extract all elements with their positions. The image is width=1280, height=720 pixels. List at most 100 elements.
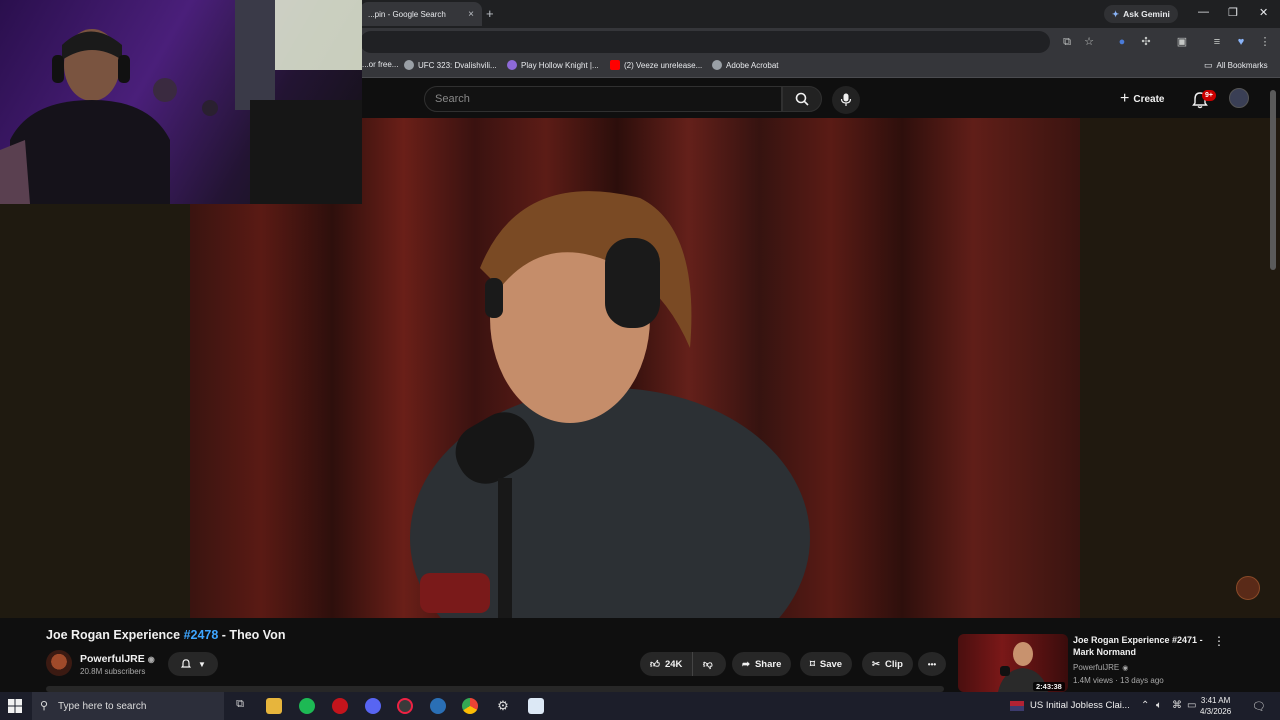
address-bar[interactable] xyxy=(360,31,1050,53)
clock-time: 3:41 AM xyxy=(1200,696,1231,705)
app-icon[interactable] xyxy=(332,698,348,714)
windows-taskbar: ⚲ Type here to search ⧉ ⚙ US Initial Job… xyxy=(0,692,1280,720)
thumbs-down-icon: 👎︎ xyxy=(703,659,713,670)
windows-start-icon[interactable] xyxy=(8,699,22,713)
settings-gear-icon[interactable]: ⚙ xyxy=(495,698,511,714)
extensions-puzzle-icon[interactable]: ✣ xyxy=(1139,35,1153,49)
profile-icon[interactable]: ♥ xyxy=(1234,35,1248,49)
recommendation-channel[interactable]: PowerfulJRE ◉ xyxy=(1073,663,1128,672)
clock-date: 4/3/2026 xyxy=(1200,707,1232,716)
webcam-overlay xyxy=(0,0,362,204)
volume-icon[interactable]: 🔈︎ xyxy=(1156,700,1162,711)
new-tab-button[interactable]: + xyxy=(486,6,494,21)
share-button[interactable]: ➦ Share xyxy=(732,652,792,676)
recommendation-meta: 1.4M views · 13 days ago xyxy=(1073,676,1164,685)
chrome-menu-icon[interactable]: ⋮ xyxy=(1258,35,1272,49)
bookmark-item[interactable]: Adobe Acrobat xyxy=(712,60,778,70)
file-explorer-icon[interactable] xyxy=(266,698,282,714)
recommendation-title[interactable]: Joe Rogan Experience #2471 - Mark Norman… xyxy=(1073,634,1203,658)
all-bookmarks-label: All Bookmarks xyxy=(1216,61,1268,70)
bookmark-item[interactable]: (2) Veeze unrelease... xyxy=(610,60,702,70)
page-scrollbar[interactable] xyxy=(1270,90,1276,270)
recommendation-menu-icon[interactable]: ⋮ xyxy=(1213,634,1225,648)
ask-gemini-button[interactable]: ✦ Ask Gemini xyxy=(1104,5,1178,23)
bookmark-label: Adobe Acrobat xyxy=(726,60,779,70)
bookmark-label: ...or free... xyxy=(362,60,399,69)
chrome-icon[interactable] xyxy=(462,698,478,714)
globe-icon xyxy=(404,60,414,70)
save-button[interactable]: ⌑ Save xyxy=(800,652,853,676)
search-button[interactable] xyxy=(782,86,822,112)
restore-window-button[interactable]: ❐ xyxy=(1228,6,1238,19)
channel-avatar[interactable] xyxy=(46,650,72,676)
thumbs-up-icon: 👍︎ xyxy=(650,659,660,670)
show-hidden-icons-icon[interactable]: ⌃ xyxy=(1141,700,1149,711)
ccleaner-icon[interactable] xyxy=(430,698,446,714)
network-icon[interactable]: ⌘ xyxy=(1172,700,1182,711)
search-icon: ⚲ xyxy=(40,700,49,712)
bookmark-star-icon[interactable]: ☆ xyxy=(1082,35,1096,49)
discord-icon[interactable] xyxy=(365,698,381,714)
bookmark-item[interactable]: Play Hollow Knight |... xyxy=(507,60,599,70)
share-label: Share xyxy=(754,658,782,670)
create-button[interactable]: + Create xyxy=(1120,89,1164,109)
create-label: Create xyxy=(1133,93,1165,105)
bookmark-label: (2) Veeze unrelease... xyxy=(624,60,703,70)
news-widget[interactable]: US Initial Jobless Clai... xyxy=(1010,700,1130,711)
minimize-window-button[interactable]: — xyxy=(1198,6,1209,18)
bookmark-item[interactable]: ...or free... xyxy=(362,60,398,69)
extension-icon[interactable]: ● xyxy=(1115,35,1129,49)
scissors-icon: ✂ xyxy=(872,658,880,670)
video-title: Joe Rogan Experience #2478 - Theo Von xyxy=(46,628,285,642)
account-avatar[interactable] xyxy=(1229,88,1249,108)
browser-tab-active[interactable]: ...pin - Google Search × xyxy=(360,2,482,26)
notification-center-icon[interactable]: 🗨︎ xyxy=(1252,700,1266,713)
search-icon xyxy=(795,92,809,106)
notification-count-badge: 9+ xyxy=(1202,90,1216,101)
system-clock[interactable]: 3:41 AM 4/3/2026 xyxy=(1200,695,1231,717)
clip-label: Clip xyxy=(884,658,903,670)
obs-icon[interactable] xyxy=(397,698,413,714)
channel-name[interactable]: PowerfulJRE ◉ xyxy=(80,653,155,665)
display-icon[interactable]: ▭ xyxy=(1187,700,1196,711)
tab-title: ...pin - Google Search xyxy=(368,9,446,19)
verified-check-icon: ◉ xyxy=(1122,664,1129,672)
like-count: 24K xyxy=(664,658,683,670)
video-title-prefix: Joe Rogan Experience xyxy=(46,628,184,642)
reading-list-icon[interactable]: ≡ xyxy=(1210,35,1224,49)
gemini-icon: ✦ xyxy=(1112,8,1120,19)
clip-button[interactable]: ✂ Clip xyxy=(862,652,913,676)
side-panel-icon[interactable]: ▣ xyxy=(1175,35,1189,49)
video-title-suffix: - Theo Von xyxy=(218,628,286,642)
close-window-button[interactable]: ✕ xyxy=(1259,6,1268,19)
install-app-icon[interactable]: ⧉ xyxy=(1060,35,1074,49)
bookmark-label: Play Hollow Knight |... xyxy=(521,60,599,70)
spotify-icon[interactable] xyxy=(299,698,315,714)
dislike-button[interactable]: 👎︎ xyxy=(692,652,726,676)
task-view-icon[interactable]: ⧉ xyxy=(232,698,248,714)
like-button[interactable]: 👍︎ 24K xyxy=(640,652,692,676)
channel-watermark-icon[interactable] xyxy=(1236,576,1260,600)
all-bookmarks-button[interactable]: ▭ All Bookmarks xyxy=(1204,60,1268,71)
globe-icon xyxy=(712,60,722,70)
channel-name-label: PowerfulJRE xyxy=(80,653,145,665)
microphone-icon xyxy=(840,93,852,106)
tab-close-icon[interactable]: × xyxy=(468,9,474,20)
search-input[interactable]: Search xyxy=(424,86,782,112)
bookmark-item[interactable]: UFC 323: Dvalishvili... xyxy=(404,60,497,70)
verified-check-icon: ◉ xyxy=(147,655,155,664)
webcam-feed xyxy=(0,0,362,204)
recommendation-channel-label: PowerfulJRE xyxy=(1073,663,1120,672)
plus-icon: + xyxy=(1120,90,1130,107)
more-actions-label: ••• xyxy=(927,659,937,669)
taskbar-search-input[interactable]: ⚲ Type here to search xyxy=(32,692,224,720)
episode-hashtag-link[interactable]: #2478 xyxy=(184,628,219,642)
app-window-icon[interactable] xyxy=(528,698,544,714)
hollow-knight-icon xyxy=(507,60,517,70)
bookmark-icon: ⌑ xyxy=(810,658,815,670)
bookmark-label: UFC 323: Dvalishvili... xyxy=(418,60,497,70)
more-actions-button[interactable]: ••• xyxy=(918,652,946,676)
voice-search-button[interactable] xyxy=(832,86,860,114)
subscribed-notifications-button[interactable]: ▼ xyxy=(168,652,218,676)
folder-icon: ▭ xyxy=(1204,60,1213,70)
